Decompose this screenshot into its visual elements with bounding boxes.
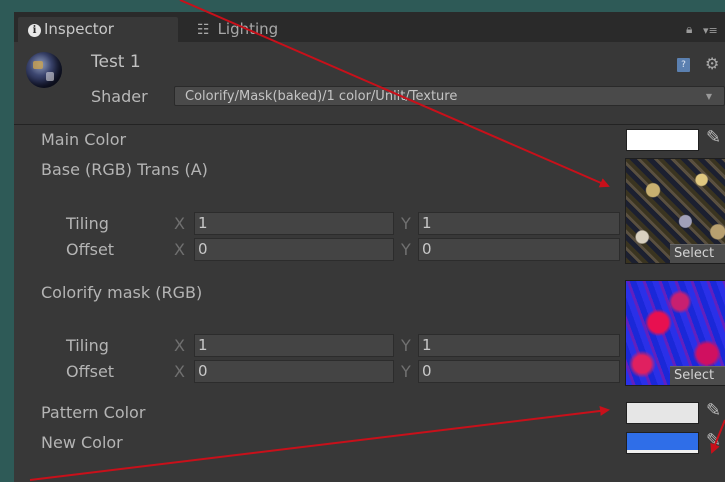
mask-texture-slot[interactable]: Select — [625, 280, 725, 386]
tiling-x-field[interactable]: 1 — [194, 334, 394, 357]
shader-label: Shader — [91, 87, 148, 106]
shader-value: Colorify/Mask(baked)/1 color/Unlit/Textu… — [185, 89, 458, 104]
base-texture-slot[interactable]: Select — [625, 158, 725, 264]
main-color-label: Main Color — [41, 130, 127, 149]
select-texture-button[interactable]: Select — [670, 244, 725, 263]
material-preview-icon — [26, 52, 62, 88]
menu-icon[interactable]: ▾≡ — [703, 24, 718, 37]
tab-inspector-label: Inspector — [44, 20, 114, 38]
main-color-swatch[interactable] — [626, 129, 699, 151]
offset-y-axis: Y — [401, 240, 411, 259]
material-header: Test 1 Shader Colorify/Mask(baked)/1 col… — [14, 42, 725, 125]
new-color-label: New Color — [41, 433, 123, 452]
tiling-label: Tiling — [66, 336, 109, 355]
tab-lighting[interactable]: ☷ Lighting — [197, 17, 278, 42]
eyedropper-icon[interactable]: ✎ — [706, 430, 721, 451]
tab-bar: i Inspector ☷ Lighting 🔒︎ ▾≡ — [14, 12, 725, 42]
tiling-y-axis: Y — [401, 336, 411, 355]
tiling-y-field[interactable]: 1 — [418, 334, 620, 357]
offset-x-axis: X — [174, 362, 185, 381]
tab-lighting-label: Lighting — [217, 20, 279, 38]
alpha-bar — [627, 450, 698, 453]
tiling-y-field[interactable]: 1 — [418, 212, 620, 235]
lighting-icon: ☷ — [197, 22, 210, 38]
offset-x-axis: X — [174, 240, 185, 259]
offset-label: Offset — [66, 362, 115, 381]
tab-inspector[interactable]: i Inspector — [18, 17, 178, 42]
tiling-x-field[interactable]: 1 — [194, 212, 394, 235]
material-name: Test 1 — [91, 52, 141, 72]
eyedropper-icon[interactable]: ✎ — [706, 127, 721, 148]
inspector-window: i Inspector ☷ Lighting 🔒︎ ▾≡ Test 1 Shader… — [14, 12, 725, 482]
pattern-color-label: Pattern Color — [41, 403, 146, 422]
offset-x-field[interactable]: 0 — [194, 238, 394, 261]
tiling-x-axis: X — [174, 336, 185, 355]
colorify-mask-label: Colorify mask (RGB) — [41, 283, 203, 302]
new-color-swatch[interactable] — [626, 432, 699, 454]
gear-icon[interactable]: ⚙ — [705, 54, 719, 73]
tiling-x-axis: X — [174, 214, 185, 233]
pattern-color-swatch[interactable] — [626, 402, 699, 424]
select-texture-button[interactable]: Select — [670, 366, 725, 385]
lock-icon[interactable]: 🔒︎ — [686, 22, 692, 37]
tiling-label: Tiling — [66, 214, 109, 233]
offset-y-axis: Y — [401, 362, 411, 381]
base-texture-label: Base (RGB) Trans (A) — [41, 160, 208, 179]
chevron-down-icon: ▼ — [705, 92, 712, 101]
info-icon: i — [28, 24, 41, 37]
offset-y-field[interactable]: 0 — [418, 238, 620, 261]
offset-y-field[interactable]: 0 — [418, 360, 620, 383]
eyedropper-icon[interactable]: ✎ — [706, 400, 721, 421]
help-book-icon[interactable]: ? — [677, 58, 690, 72]
offset-label: Offset — [66, 240, 115, 259]
tiling-y-axis: Y — [401, 214, 411, 233]
shader-dropdown[interactable]: Colorify/Mask(baked)/1 color/Unlit/Textu… — [174, 86, 725, 106]
offset-x-field[interactable]: 0 — [194, 360, 394, 383]
